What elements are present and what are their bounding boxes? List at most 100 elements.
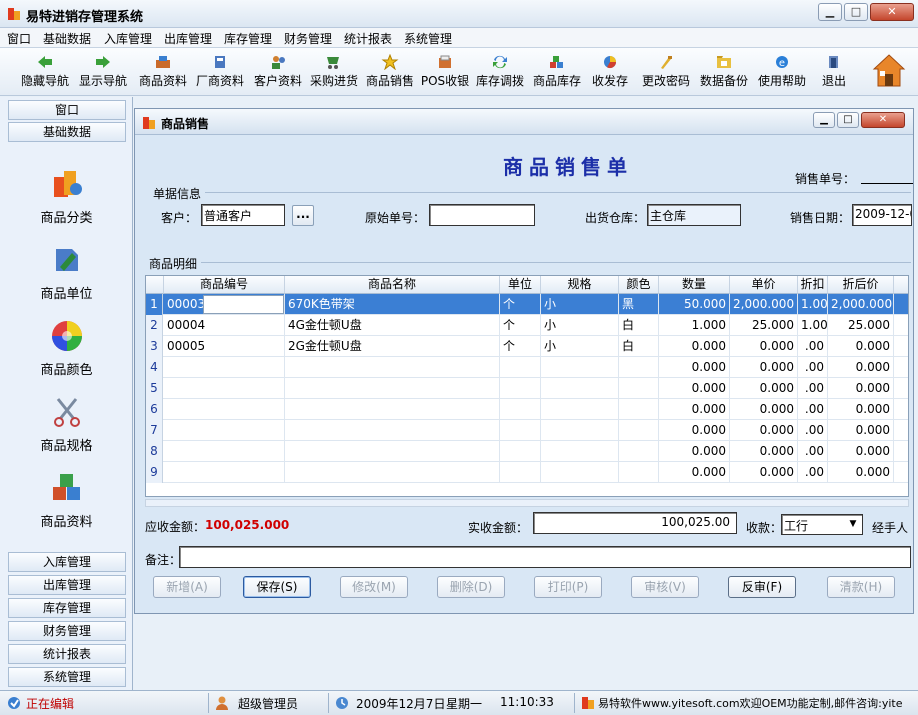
cell-net-price[interactable]: 0.000 [828, 378, 894, 399]
cell-spec[interactable] [541, 399, 619, 420]
menu-basic-data[interactable]: 基础数据 [43, 30, 91, 47]
cell-discount[interactable]: 1.00 [798, 294, 828, 315]
cell-goods-name[interactable] [285, 399, 500, 420]
home-icon[interactable] [872, 52, 906, 90]
cell-goods-code[interactable] [164, 378, 285, 399]
exit-button[interactable]: 退出 [818, 52, 850, 92]
add-button[interactable]: 新增(A) [153, 576, 221, 598]
sidebar-section-basic-data[interactable]: 基础数据 [8, 122, 126, 142]
menu-window[interactable]: 窗口 [7, 30, 31, 47]
cell-quantity[interactable]: 1.000 [659, 315, 730, 336]
cell-quantity[interactable]: 0.000 [659, 378, 730, 399]
menu-stock-out[interactable]: 出库管理 [164, 30, 212, 47]
minimize-button[interactable]: ▁ [818, 3, 842, 21]
cell-net-price[interactable]: 2,000.000 [828, 294, 894, 315]
col-color[interactable]: 颜色 [619, 276, 659, 294]
cell-discount[interactable]: .00 [798, 420, 828, 441]
cell-unit[interactable] [500, 399, 541, 420]
hide-nav-button[interactable]: 隐藏导航 [18, 52, 72, 92]
cell-color[interactable] [619, 399, 659, 420]
cell-discount[interactable]: .00 [798, 441, 828, 462]
send-receive-button[interactable]: 收发存 [590, 52, 630, 92]
cell-goods-name[interactable]: 670K色带架 [285, 294, 500, 315]
col-spec[interactable]: 规格 [541, 276, 619, 294]
cell-color[interactable]: 白 [619, 315, 659, 336]
unapprove-button[interactable]: 反审(F) [728, 576, 796, 598]
cell-unit-price[interactable]: 0.000 [730, 378, 798, 399]
cell-discount[interactable]: .00 [798, 336, 828, 357]
cell-unit-price[interactable]: 0.000 [730, 336, 798, 357]
cell-net-price[interactable]: 0.000 [828, 462, 894, 483]
cell-goods-name[interactable] [285, 420, 500, 441]
cell-unit[interactable]: 个 [500, 294, 541, 315]
payment-select[interactable]: 工行 ▼ [781, 514, 863, 535]
edit-button[interactable]: 修改(M) [340, 576, 408, 598]
cell-net-price[interactable]: 0.000 [828, 357, 894, 378]
cell-unit[interactable] [500, 378, 541, 399]
cell-unit[interactable] [500, 420, 541, 441]
col-quantity[interactable]: 数量 [659, 276, 730, 294]
sidebar-nav-reports[interactable]: 统计报表 [8, 644, 126, 664]
cell-unit[interactable] [500, 357, 541, 378]
sidebar-item-goods-unit[interactable]: 商品单位 [0, 243, 133, 302]
clear-payment-button[interactable]: 清款(H) [827, 576, 895, 598]
table-row[interactable]: 90.0000.000.000.000 [146, 462, 909, 483]
vendor-info-button[interactable]: 厂商资料 [194, 52, 246, 92]
save-button[interactable]: 保存(S) [243, 576, 311, 598]
menu-system[interactable]: 系统管理 [404, 30, 452, 47]
cell-unit[interactable] [500, 462, 541, 483]
cell-quantity[interactable]: 0.000 [659, 336, 730, 357]
cell-goods-code[interactable] [164, 420, 285, 441]
cell-unit[interactable]: 个 [500, 315, 541, 336]
cell-discount[interactable]: .00 [798, 378, 828, 399]
goods-info-button[interactable]: 商品资料 [136, 52, 190, 92]
cell-quantity[interactable]: 0.000 [659, 357, 730, 378]
sidebar-nav-stock-out[interactable]: 出库管理 [8, 575, 126, 595]
cell-net-price[interactable]: 0.000 [828, 420, 894, 441]
menu-inventory[interactable]: 库存管理 [224, 30, 272, 47]
menu-stock-in[interactable]: 入库管理 [104, 30, 152, 47]
purchase-button[interactable]: 采购进货 [308, 52, 360, 92]
cell-unit-price[interactable]: 0.000 [730, 420, 798, 441]
help-button[interactable]: e使用帮助 [756, 52, 808, 92]
cell-quantity[interactable]: 50.000 [659, 294, 730, 315]
cell-net-price[interactable]: 0.000 [828, 441, 894, 462]
cell-discount[interactable]: .00 [798, 357, 828, 378]
cell-spec[interactable]: 小 [541, 294, 619, 315]
sidebar-nav-system[interactable]: 系统管理 [8, 667, 126, 687]
pos-button[interactable]: POS收银 [420, 52, 470, 92]
table-row[interactable]: 40.0000.000.000.000 [146, 357, 909, 378]
cell-color[interactable] [619, 378, 659, 399]
cell-spec[interactable] [541, 441, 619, 462]
close-button[interactable]: ✕ [870, 3, 914, 21]
customer-field[interactable]: 普通客户 [201, 204, 285, 226]
menu-reports[interactable]: 统计报表 [344, 30, 392, 47]
cell-goods-name[interactable] [285, 357, 500, 378]
sales-button[interactable]: 商品销售 [364, 52, 416, 92]
cell-net-price[interactable]: 25.000 [828, 315, 894, 336]
cell-unit-price[interactable]: 2,000.000 [730, 294, 798, 315]
show-nav-button[interactable]: 显示导航 [76, 52, 130, 92]
inventory-button[interactable]: 商品库存 [530, 52, 584, 92]
transfer-button[interactable]: 库存调拨 [474, 52, 526, 92]
sidebar-nav-finance[interactable]: 财务管理 [8, 621, 126, 641]
cell-color[interactable] [619, 420, 659, 441]
cell-goods-name[interactable]: 4G金仕顿U盘 [285, 315, 500, 336]
cell-discount[interactable]: 1.00 [798, 315, 828, 336]
cell-goods-name[interactable] [285, 462, 500, 483]
cell-goods-name[interactable]: 2G金仕顿U盘 [285, 336, 500, 357]
backup-button[interactable]: 数据备份 [698, 52, 750, 92]
col-unit-price[interactable]: 单价 [730, 276, 798, 294]
cell-quantity[interactable]: 0.000 [659, 420, 730, 441]
cell-goods-code[interactable] [164, 357, 285, 378]
cell-goods-name[interactable] [285, 441, 500, 462]
print-button[interactable]: 打印(P) [534, 576, 602, 598]
inner-minimize-button[interactable]: ▁ [813, 112, 835, 128]
cell-spec[interactable] [541, 420, 619, 441]
cell-unit-price[interactable]: 25.000 [730, 315, 798, 336]
remark-field[interactable] [179, 546, 911, 568]
delete-button[interactable]: 删除(D) [437, 576, 505, 598]
cell-color[interactable] [619, 357, 659, 378]
table-row[interactable]: 2000044G金仕顿U盘个小白1.00025.0001.0025.000 [146, 315, 909, 336]
cell-unit-price[interactable]: 0.000 [730, 357, 798, 378]
